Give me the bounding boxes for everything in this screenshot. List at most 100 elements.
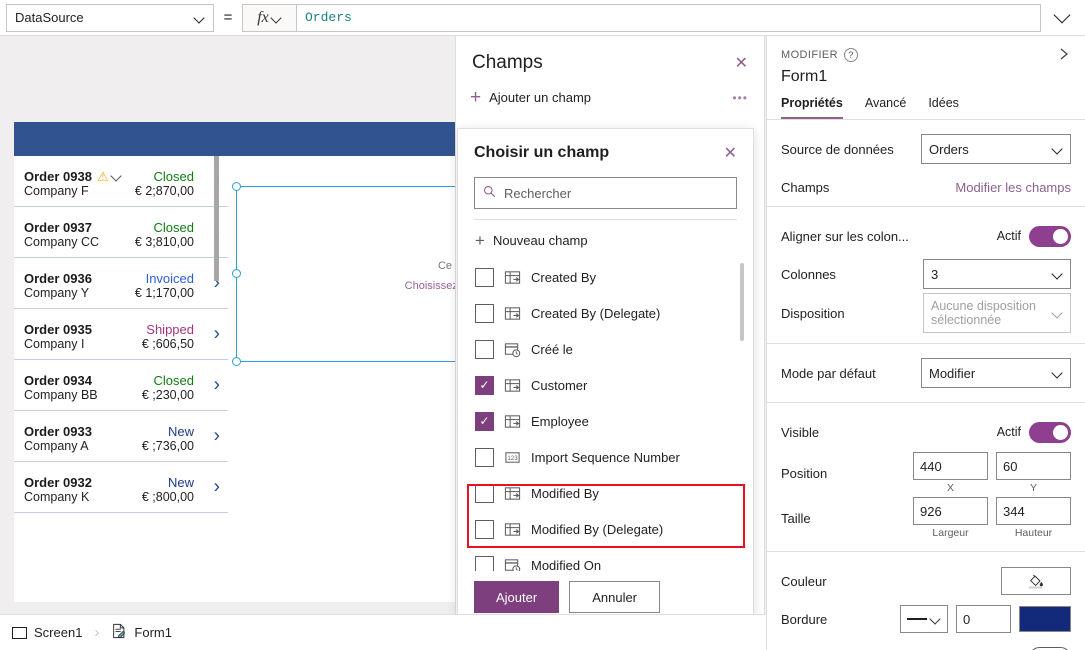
list-item[interactable]: Order 0937 Closed Company CC € 3;810,00 … bbox=[14, 207, 228, 258]
order-amount: € ;800,00 bbox=[141, 490, 194, 504]
order-id: Order 0935 bbox=[24, 322, 92, 337]
list-item[interactable]: Created By bbox=[461, 259, 753, 295]
field-checkbox[interactable] bbox=[475, 555, 494, 571]
gallery-scrollbar[interactable] bbox=[214, 156, 219, 281]
list-item[interactable]: Order 0934 Closed Company BB € ;230,00 › bbox=[14, 360, 228, 411]
fx-button[interactable]: fx bbox=[242, 3, 296, 32]
visible-label: Visible bbox=[781, 424, 820, 440]
plus-icon: + bbox=[470, 87, 482, 108]
field-checkbox[interactable]: ✓ bbox=[475, 411, 494, 431]
size-height-input[interactable]: 344 bbox=[996, 497, 1071, 525]
size-width-input[interactable]: 926 bbox=[913, 497, 988, 525]
focus-toggle[interactable]: Inactif bbox=[988, 646, 1071, 650]
datetime-icon bbox=[504, 557, 521, 571]
breadcrumb-control[interactable]: Form1 bbox=[111, 623, 172, 642]
choose-field-flyout: Choisir un champ ✕ + Nouveau champ Cre bbox=[457, 128, 754, 630]
cancel-button[interactable]: Annuler bbox=[569, 581, 661, 613]
breadcrumb-screen[interactable]: Screen1 bbox=[12, 625, 82, 640]
overflow-menu-icon[interactable]: ••• bbox=[732, 91, 748, 105]
default-mode-dropdown[interactable]: Modifier bbox=[921, 358, 1071, 388]
powerapps-studio: DataSource = fx Orders Northwind Orders … bbox=[0, 0, 1085, 650]
lookup-icon bbox=[504, 413, 521, 430]
list-item[interactable]: Modified By (Delegate) bbox=[461, 511, 753, 547]
help-icon[interactable]: ? bbox=[843, 48, 858, 62]
border-style-dropdown[interactable] bbox=[900, 605, 948, 633]
list-item[interactable]: Order 0938 ⚠ Closed Company F € 2;870,00… bbox=[14, 156, 228, 207]
list-item[interactable]: Created By (Delegate) bbox=[461, 295, 753, 331]
formula-input[interactable]: Orders bbox=[296, 3, 1041, 32]
columns-dropdown[interactable]: 3 bbox=[923, 259, 1071, 289]
equals-sign: = bbox=[223, 9, 233, 26]
layout-dropdown[interactable]: Aucune disposition sélectionnée bbox=[923, 293, 1071, 333]
size-row: Taille 926 Largeur 344 Hauteur bbox=[767, 495, 1085, 541]
list-item[interactable]: Créé le bbox=[461, 331, 753, 367]
close-icon[interactable]: ✕ bbox=[724, 143, 737, 163]
list-item[interactable]: 123 Import Sequence Number bbox=[461, 439, 753, 475]
search-container bbox=[458, 173, 753, 219]
chevron-right-icon[interactable]: › bbox=[214, 478, 220, 497]
list-item[interactable]: Order 0932 New Company K € ;800,00 › bbox=[14, 462, 228, 513]
field-label: Created By bbox=[531, 269, 597, 285]
default-mode-value: Modifier bbox=[929, 365, 976, 381]
field-checkbox[interactable]: ✓ bbox=[475, 375, 494, 395]
order-id: Order 0936 bbox=[24, 271, 92, 286]
add-button[interactable]: Ajouter bbox=[474, 581, 560, 613]
number-icon: 123 bbox=[504, 449, 521, 466]
field-checkbox[interactable] bbox=[475, 267, 494, 287]
position-y-input[interactable]: 60 bbox=[996, 452, 1071, 480]
lookup-icon bbox=[504, 521, 521, 538]
default-mode-label: Mode par défaut bbox=[781, 365, 876, 381]
field-list-scrollbar[interactable] bbox=[740, 263, 744, 341]
list-item[interactable]: Order 0933 New Company A € ;736,00 › bbox=[14, 411, 228, 462]
search-box[interactable] bbox=[474, 177, 737, 209]
list-item[interactable]: ✓ Employee bbox=[461, 403, 753, 439]
order-status: New bbox=[167, 475, 194, 490]
position-row: Position 440 X 60 Y bbox=[767, 451, 1085, 495]
datetime-icon bbox=[504, 341, 521, 358]
snap-to-columns-toggle[interactable]: Actif bbox=[997, 225, 1071, 247]
size-width-caption: Largeur bbox=[932, 527, 969, 539]
properties-kicker-label: MODIFIER bbox=[781, 49, 838, 61]
tab-proprietes[interactable]: Propriétés bbox=[781, 96, 843, 119]
visible-toggle[interactable]: Actif bbox=[997, 421, 1071, 443]
position-x-input[interactable]: 440 bbox=[913, 452, 988, 480]
chevron-right-icon[interactable]: › bbox=[214, 325, 220, 344]
chevron-right-icon[interactable]: › bbox=[214, 427, 220, 446]
data-source-dropdown[interactable]: Orders bbox=[921, 134, 1071, 164]
tab-avance[interactable]: Avancé bbox=[865, 96, 906, 119]
list-item[interactable]: Modified On bbox=[461, 547, 753, 571]
field-checkbox[interactable] bbox=[475, 519, 494, 539]
list-item[interactable]: ✓ Customer bbox=[461, 367, 753, 403]
list-item[interactable]: Order 0936 Invoiced Company Y € 1;170,00… bbox=[14, 258, 228, 309]
formula-bar-expand-button[interactable] bbox=[1041, 8, 1085, 27]
list-item[interactable]: Order 0935 Shipped Company I € ;606,50 › bbox=[14, 309, 228, 360]
position-y-caption: Y bbox=[1029, 482, 1037, 494]
color-picker-button[interactable] bbox=[1001, 567, 1071, 595]
field-label: Modified On bbox=[531, 557, 602, 572]
properties-kicker: MODIFIER ? bbox=[781, 48, 1071, 62]
new-field-button[interactable]: + Nouveau champ bbox=[458, 220, 753, 259]
field-checkbox[interactable] bbox=[475, 339, 494, 359]
field-checkbox[interactable] bbox=[475, 303, 494, 323]
close-icon[interactable]: ✕ bbox=[735, 53, 748, 73]
choose-field-title: Choisir un champ bbox=[474, 144, 610, 161]
border-color-swatch[interactable] bbox=[1019, 606, 1071, 632]
field-list[interactable]: Created By Created By (Delegate) Créé le… bbox=[458, 259, 753, 571]
field-checkbox[interactable] bbox=[475, 483, 494, 503]
chevron-right-icon[interactable]: › bbox=[214, 376, 220, 395]
field-checkbox[interactable] bbox=[475, 447, 494, 467]
toggle-switch[interactable] bbox=[1029, 421, 1071, 443]
tab-idees[interactable]: Idées bbox=[928, 96, 959, 119]
orders-gallery[interactable]: Order 0938 ⚠ Closed Company F € 2;870,00… bbox=[14, 156, 228, 602]
border-width-input[interactable]: 0 bbox=[956, 605, 1011, 633]
add-field-button[interactable]: + Ajouter un champ ••• bbox=[456, 84, 764, 119]
list-item[interactable]: Modified By bbox=[461, 475, 753, 511]
property-selector[interactable]: DataSource bbox=[6, 3, 214, 32]
position-label: Position bbox=[781, 465, 828, 481]
toggle-switch[interactable] bbox=[1029, 646, 1071, 650]
edit-fields-link[interactable]: Modifier les champs bbox=[955, 180, 1071, 195]
toggle-switch[interactable] bbox=[1029, 225, 1071, 247]
collapse-panel-button[interactable] bbox=[1057, 46, 1071, 65]
order-status: Shipped bbox=[146, 322, 194, 337]
search-input[interactable] bbox=[504, 185, 728, 201]
